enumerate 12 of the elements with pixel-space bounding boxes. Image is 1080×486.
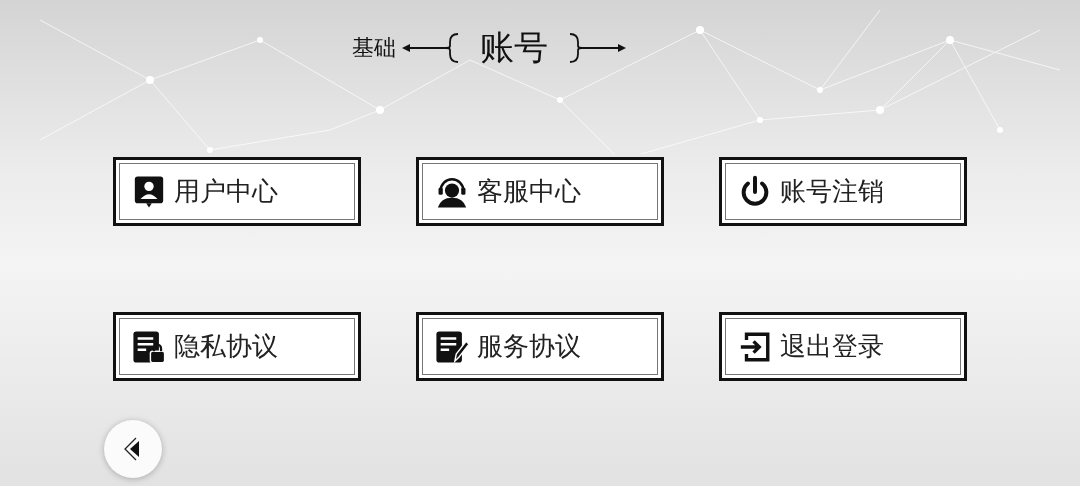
- parent-label[interactable]: 基础: [352, 33, 396, 63]
- menu-button[interactable]: 用户中心: [113, 157, 361, 226]
- menu-button[interactable]: 退出登录: [719, 312, 967, 381]
- menu-button[interactable]: 账号注销: [719, 157, 967, 226]
- menu-button[interactable]: 客服中心: [416, 157, 664, 226]
- document-lock-icon: [132, 329, 166, 364]
- page-title: 账号: [480, 26, 548, 69]
- back-button[interactable]: [104, 420, 162, 478]
- menu-button[interactable]: 服务协议: [416, 312, 664, 381]
- document-pen-icon: [435, 329, 469, 364]
- user-card-icon: [132, 174, 166, 209]
- menu-button[interactable]: 隐私协议: [113, 312, 361, 381]
